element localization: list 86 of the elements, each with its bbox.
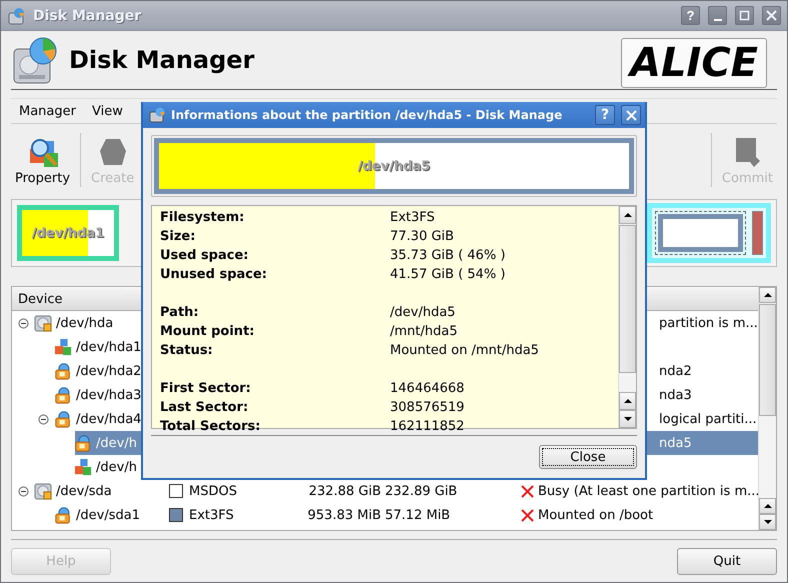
close-button[interactable] <box>621 105 641 125</box>
status: partition is m... <box>659 316 758 330</box>
app-title: Disk Manager <box>69 46 256 74</box>
disk-icon <box>149 107 165 123</box>
field-label: First Sector: <box>160 380 252 398</box>
up-arrow-icon <box>762 291 772 299</box>
device-name: /dev/hda4 <box>76 412 142 426</box>
column-header[interactable]: Device <box>18 292 62 306</box>
status: nda5 <box>659 436 692 450</box>
lock-icon <box>54 386 72 404</box>
cross-icon <box>521 484 534 498</box>
close-dialog-button[interactable]: Close <box>539 445 637 469</box>
minimize-icon <box>714 18 722 20</box>
field-value: 77.30 GiB <box>390 228 455 246</box>
field-label: Path: <box>160 304 200 322</box>
down-arrow-icon <box>622 415 632 423</box>
status: Mounted on /boot <box>538 508 654 522</box>
device-name: /dev/hda3 <box>76 388 142 402</box>
field-value: Ext3FS <box>390 209 436 227</box>
menu-item[interactable]: View <box>92 104 123 118</box>
device-name: /dev/h <box>96 436 137 450</box>
field-label: Used space: <box>160 247 250 265</box>
up-arrow-icon <box>762 502 772 510</box>
window-title: Disk Manager <box>33 8 142 24</box>
toolbar-button[interactable]: Property <box>11 130 74 190</box>
field-value: 162111852 <box>390 418 466 436</box>
status: logical partiti... <box>659 412 757 426</box>
field-value: /mnt/hda5 <box>390 323 458 341</box>
used-space: 57.12 MiB <box>385 508 450 522</box>
used-space: 232.89 GiB <box>385 484 458 498</box>
down-arrow-icon <box>762 518 772 526</box>
field-value: /dev/hda5 <box>390 304 456 322</box>
size: 953.83 MiB <box>308 508 381 522</box>
maximize-button[interactable] <box>735 6 754 25</box>
device-name: /dev/h <box>96 460 137 474</box>
cubes-icon <box>74 458 92 476</box>
field-label: Size: <box>160 228 196 246</box>
field-label: Total Sectors: <box>160 418 262 436</box>
disk-icon <box>7 6 25 24</box>
status: Busy (At least one partition is m... <box>538 484 758 498</box>
cubes-icon <box>54 338 72 356</box>
cross-icon <box>521 508 534 522</box>
lock-icon <box>54 362 72 380</box>
device-name: /dev/hda1 <box>76 340 142 354</box>
disk-icon <box>11 35 57 85</box>
filesystem: Ext3FS <box>189 508 234 522</box>
field-value: 41.57 GiB ( 54% ) <box>390 266 506 284</box>
filesystem: MSDOS <box>189 484 237 498</box>
field-value: 146464668 <box>390 380 466 398</box>
drive-icon <box>34 482 52 500</box>
maximize-icon <box>739 10 750 21</box>
scrollbar[interactable] <box>618 206 636 428</box>
status: nda2 <box>659 364 692 378</box>
field-value: 35.73 GiB ( 46% ) <box>390 247 506 265</box>
device-name: /dev/hda <box>56 316 114 330</box>
collapse-icon[interactable] <box>18 486 29 496</box>
close-icon <box>766 10 777 21</box>
status: nda3 <box>659 388 692 402</box>
minimize-button[interactable] <box>708 6 727 25</box>
device-name: /dev/sda <box>56 484 112 498</box>
size: 232.88 GiB <box>308 484 381 498</box>
close-button[interactable] <box>762 6 781 25</box>
lock-icon <box>54 506 72 524</box>
field-label: Unused space: <box>160 266 268 284</box>
field-value: 308576519 <box>390 399 466 417</box>
up-arrow-icon <box>622 211 632 219</box>
device-name: /dev/sda1 <box>76 508 140 522</box>
device-name: /dev/hda2 <box>76 364 142 378</box>
lock-icon <box>54 410 72 428</box>
dialog-title: Informations about the partition /dev/hda5 - Disk Manage <box>171 108 564 122</box>
menu-item[interactable]: Manager <box>19 104 76 118</box>
partition-block[interactable] <box>647 203 771 263</box>
field-value: Mounted on /mnt/hda5 <box>390 342 540 360</box>
push-button[interactable]: Quit <box>677 548 777 575</box>
field-label: Last Sector: <box>160 399 250 417</box>
lock-icon <box>74 434 92 452</box>
field-label: Status: <box>160 342 214 360</box>
drive-icon <box>34 314 52 332</box>
field-label: Filesystem: <box>160 209 246 227</box>
scrollbar[interactable] <box>758 287 776 530</box>
field-label: Mount point: <box>160 323 256 341</box>
logo: ALICE <box>620 38 767 88</box>
close-icon <box>626 110 636 120</box>
up-arrow-icon <box>622 397 632 405</box>
collapse-icon[interactable] <box>18 318 29 328</box>
collapse-icon[interactable] <box>38 414 49 424</box>
